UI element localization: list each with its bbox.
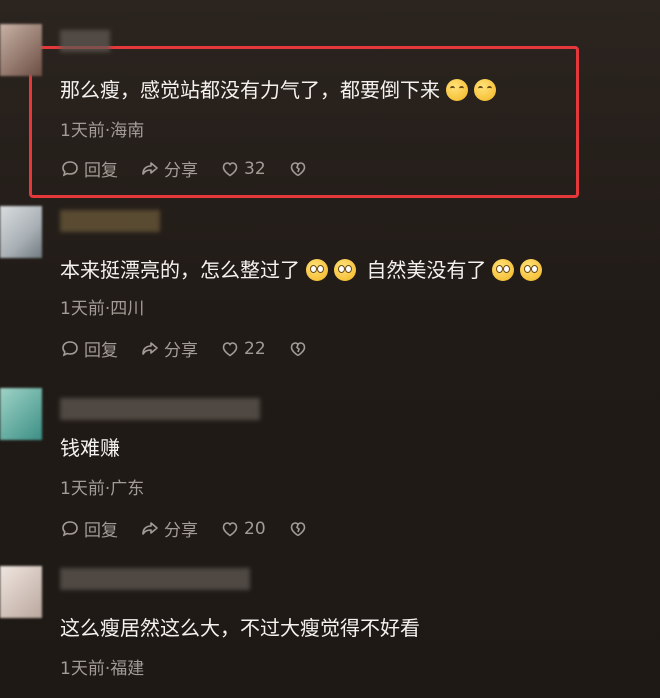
laughing-tears-emoji — [474, 79, 496, 101]
dislike-button[interactable] — [288, 159, 312, 179]
reply-label: 回复 — [84, 341, 118, 361]
reply-button[interactable]: 回复 — [60, 336, 118, 361]
dizzy-face-emoji — [334, 259, 356, 281]
share-label: 分享 — [164, 521, 198, 541]
share-label: 分享 — [164, 161, 198, 181]
share-icon — [142, 161, 158, 175]
share-icon — [142, 521, 158, 535]
username-blurred — [60, 210, 160, 232]
username-blurred — [60, 568, 250, 590]
laughing-tears-emoji — [446, 79, 468, 101]
reply-label: 回复 — [84, 161, 118, 181]
share-button[interactable]: 分享 — [140, 156, 198, 181]
share-button[interactable]: 分享 — [140, 516, 198, 541]
dislike-button[interactable] — [288, 519, 312, 539]
comment-actions: 回复 分享 22 — [60, 336, 334, 361]
comment-text: 钱难赚 — [60, 436, 120, 460]
comment-text-continued: 自然美没有了 — [366, 258, 487, 282]
like-count: 32 — [244, 158, 266, 179]
like-count: 22 — [244, 338, 266, 359]
comment-actions: 回复 分享 32 — [60, 156, 334, 181]
broken-heart-icon — [290, 161, 305, 176]
comment-meta: 1天前·广东 — [60, 479, 145, 499]
avatar[interactable] — [0, 206, 42, 258]
avatar[interactable] — [0, 388, 42, 440]
share-icon — [142, 341, 158, 355]
reply-label: 回复 — [84, 521, 118, 541]
reply-button[interactable]: 回复 — [60, 516, 118, 541]
comment-text: 这么瘦居然这么大，不过大瘦觉得不好看 — [60, 616, 420, 640]
comment-text-body: 那么瘦，感觉站都没有力气了，都要倒下来 — [60, 78, 440, 102]
reply-button[interactable]: 回复 — [60, 156, 118, 181]
share-label: 分享 — [164, 341, 198, 361]
dislike-button[interactable] — [288, 339, 312, 359]
comment-text: 那么瘦，感觉站都没有力气了，都要倒下来 — [60, 76, 496, 104]
like-button[interactable]: 32 — [220, 159, 266, 179]
broken-heart-icon — [290, 521, 305, 536]
like-button[interactable]: 20 — [220, 519, 266, 539]
dizzy-face-emoji — [306, 259, 328, 281]
like-button[interactable]: 22 — [220, 339, 266, 359]
comment-icon — [62, 520, 78, 536]
comment-icon — [62, 340, 78, 356]
heart-icon — [222, 161, 238, 176]
heart-icon — [222, 341, 238, 356]
comment-text: 本来挺漂亮的，怎么整过了 自然美没有了 — [60, 256, 543, 284]
avatar[interactable] — [0, 24, 42, 76]
dizzy-face-emoji — [520, 259, 543, 281]
like-count: 20 — [244, 518, 266, 539]
avatar[interactable] — [0, 566, 42, 618]
username-blurred — [60, 30, 110, 52]
comment-actions: 回复 分享 20 — [60, 516, 334, 541]
comment-icon — [62, 160, 78, 176]
heart-icon — [222, 521, 238, 536]
comment-meta: 1天前·福建 — [60, 659, 145, 679]
share-button[interactable]: 分享 — [140, 336, 198, 361]
comment-meta: 1天前·海南 — [60, 121, 145, 141]
comment-meta: 1天前·四川 — [60, 299, 145, 319]
broken-heart-icon — [290, 341, 305, 356]
dizzy-face-emoji — [492, 259, 515, 281]
username-blurred — [60, 398, 260, 420]
comment-text-body: 本来挺漂亮的，怎么整过了 — [60, 258, 300, 282]
